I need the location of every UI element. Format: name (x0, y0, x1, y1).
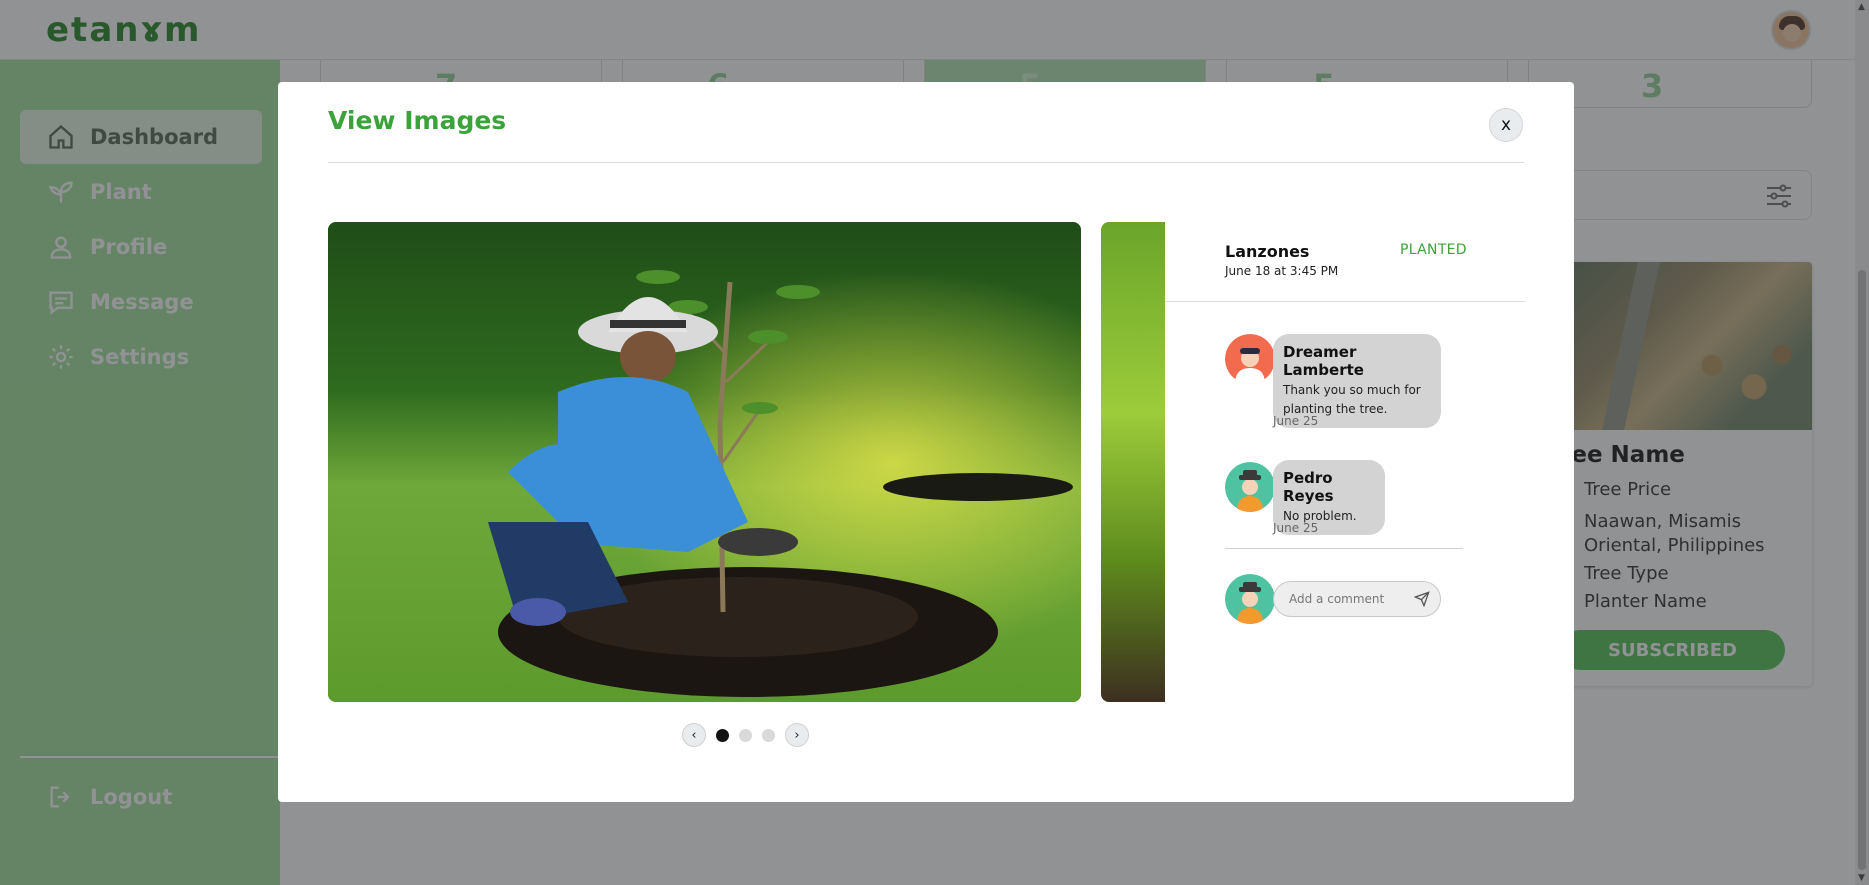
post-tree-name: Lanzones (1225, 242, 1310, 261)
close-button[interactable]: x (1489, 108, 1523, 142)
carousel-dot[interactable] (739, 728, 752, 742)
post-details-panel: Lanzones June 18 at 3:45 PM PLANTED Drea… (1165, 222, 1525, 702)
commenter-avatar[interactable] (1225, 462, 1275, 512)
post-status: PLANTED (1400, 242, 1467, 258)
planting-photo (328, 222, 1081, 702)
post-header: Lanzones June 18 at 3:45 PM PLANTED (1165, 222, 1525, 302)
view-images-modal: View Images x ‹ › Lanzones June 18 at 3:… (278, 82, 1574, 802)
current-user-avatar (1225, 574, 1275, 624)
image-carousel-controls: ‹ › (682, 723, 809, 747)
carousel-prev-button[interactable]: ‹ (682, 723, 706, 747)
modal-divider (328, 162, 1524, 163)
modal-title: View Images (328, 106, 507, 135)
comments-divider (1225, 548, 1463, 549)
carousel-dot[interactable] (716, 728, 729, 742)
comment-date: June 25 (1273, 521, 1319, 535)
comment-author: Pedro Reyes (1283, 469, 1334, 505)
carousel-next-button[interactable]: › (785, 723, 809, 747)
post-date: June 18 at 3:45 PM (1225, 264, 1339, 278)
next-photo-preview (1101, 222, 1165, 702)
send-icon[interactable] (1412, 589, 1432, 609)
comment-author: Dreamer Lamberte (1283, 343, 1364, 379)
commenter-avatar[interactable] (1225, 334, 1275, 384)
carousel-dot[interactable] (762, 728, 775, 742)
comment-date: June 25 (1273, 414, 1319, 428)
